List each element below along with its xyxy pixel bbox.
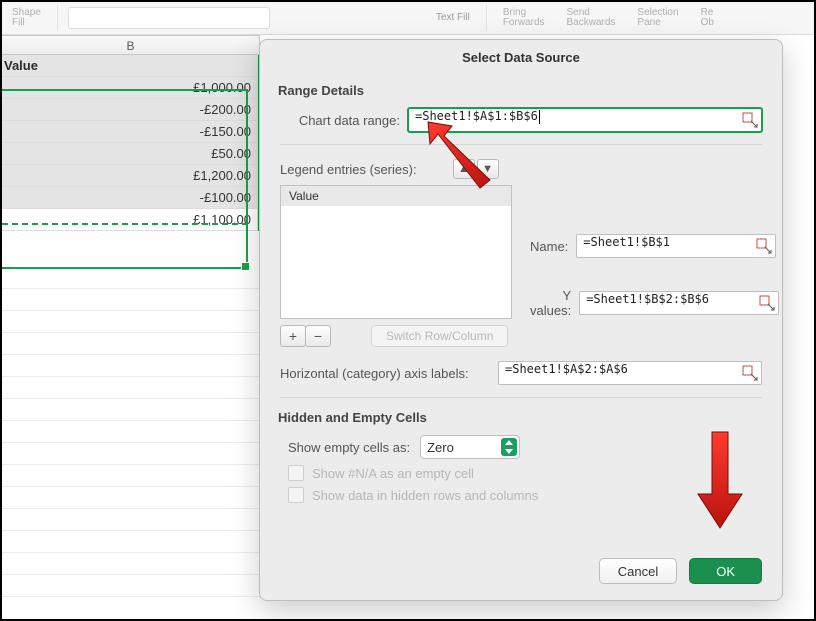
ribbon-selection-pane[interactable]: Selection Pane — [631, 8, 684, 29]
cell-b4[interactable]: -£150.00 — [2, 121, 258, 143]
cell-b7[interactable]: -£100.00 — [2, 187, 258, 209]
range-picker-icon[interactable] — [742, 365, 758, 381]
range-picker-icon[interactable] — [759, 295, 775, 311]
axis-labels-input[interactable]: =Sheet1!$A$2:$A$6 — [498, 361, 762, 385]
chart-data-range-label: Chart data range: — [280, 113, 400, 128]
select-data-source-dialog: Select Data Source Range Details Chart d… — [259, 39, 783, 601]
cell-b5[interactable]: £50.00 — [2, 143, 258, 165]
hidden-empty-heading: Hidden and Empty Cells — [260, 410, 782, 425]
cell-header[interactable]: Value — [2, 55, 258, 77]
show-na-label: Show #N/A as an empty cell — [312, 466, 474, 481]
remove-series-button[interactable]: − — [305, 325, 331, 347]
ribbon-text-fill[interactable]: Text Fill — [430, 13, 476, 24]
ribbon-send-backwards[interactable]: Send Backwards — [561, 8, 622, 29]
cancel-button[interactable]: Cancel — [599, 558, 677, 584]
legend-entries-label: Legend entries (series): — [280, 162, 417, 177]
cell-b2[interactable]: £1,000.00 — [2, 77, 258, 99]
axis-labels-label: Horizontal (category) axis labels: — [280, 366, 490, 381]
ribbon-style-gallery[interactable] — [68, 7, 270, 29]
y-values-label: Y values: — [530, 288, 571, 318]
cell-b8[interactable]: £1,100.00 — [2, 209, 258, 231]
series-move-up-button[interactable]: ▲ — [453, 159, 475, 179]
cell-b3[interactable]: -£200.00 — [2, 99, 258, 121]
add-series-button[interactable]: + — [280, 325, 306, 347]
show-na-checkbox — [288, 465, 304, 481]
show-empty-label: Show empty cells as: — [288, 440, 410, 455]
chart-data-range-input[interactable]: =Sheet1!$A$1:$B$6 — [408, 108, 762, 132]
series-name-input[interactable]: =Sheet1!$B$1 — [576, 234, 776, 258]
ok-button[interactable]: OK — [689, 558, 762, 584]
show-empty-select[interactable]: Zero — [420, 435, 520, 459]
show-hidden-checkbox — [288, 487, 304, 503]
y-values-input[interactable]: =Sheet1!$B$2:$B$6 — [579, 291, 779, 315]
ribbon-shape-fill[interactable]: Shape Fill — [6, 8, 47, 29]
worksheet-column-b: B Value £1,000.00 -£200.00 -£150.00 £50.… — [2, 35, 260, 585]
select-stepper-icon[interactable] — [501, 438, 517, 456]
series-name-label: Name: — [530, 239, 568, 254]
cell-b6[interactable]: £1,200.00 — [2, 165, 258, 187]
switch-row-column-button: Switch Row/Column — [371, 325, 508, 347]
ribbon-bring-forwards[interactable]: Bring Forwards — [497, 8, 551, 29]
column-header-b[interactable]: B — [2, 35, 260, 55]
show-hidden-label: Show data in hidden rows and columns — [312, 488, 538, 503]
range-details-heading: Range Details — [260, 83, 782, 98]
series-item-value[interactable]: Value — [281, 186, 511, 206]
series-move-down-button[interactable]: ▼ — [477, 159, 499, 179]
range-picker-icon[interactable] — [742, 112, 758, 128]
range-picker-icon[interactable] — [756, 238, 772, 254]
series-listbox[interactable]: Value — [280, 185, 512, 319]
dialog-title: Select Data Source — [260, 40, 782, 79]
ribbon-reorder[interactable]: Re Ob — [695, 8, 720, 29]
ribbon-toolbar: Shape Fill Text Fill Bring Forwards Send… — [2, 2, 814, 35]
